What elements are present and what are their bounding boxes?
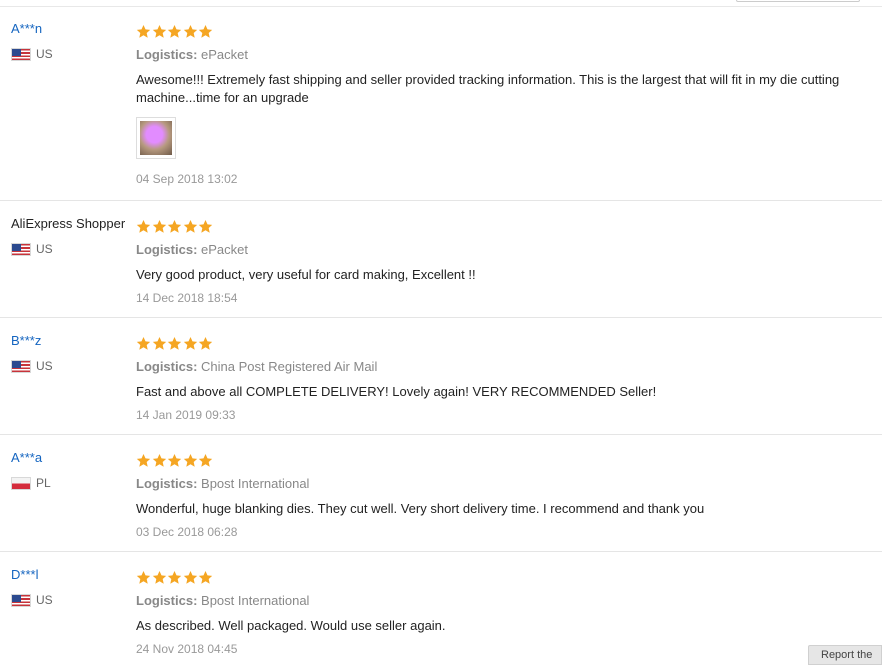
review-user: D***l US <box>11 567 136 607</box>
country-code: US <box>36 359 53 373</box>
review-date: 03 Dec 2018 06:28 <box>136 525 238 539</box>
feedback-text: Very good product, very useful for card … <box>136 267 476 282</box>
username-text: AliExpress Shopper <box>11 216 126 231</box>
us-flag-icon <box>11 47 31 61</box>
review-content: Logistics: ePacket Very good product, ve… <box>136 219 876 306</box>
star-icon <box>136 24 151 38</box>
star-icon <box>183 453 197 467</box>
review-date: 04 Sep 2018 13:02 <box>136 172 238 186</box>
star-icon <box>136 570 151 584</box>
star-rating <box>136 336 876 352</box>
star-icon <box>136 336 151 350</box>
star-icon <box>183 219 197 233</box>
logistics-value: Bpost International <box>201 476 310 491</box>
logistics-value: ePacket <box>201 242 249 257</box>
star-icon <box>136 219 151 233</box>
review-content: Logistics: ePacket Awesome!!! Extremely … <box>136 24 876 187</box>
star-icon <box>152 453 166 467</box>
username-link[interactable]: A***a <box>11 450 136 466</box>
star-icon <box>152 570 166 584</box>
review-item: B***z US Logistics: China Post Registere… <box>0 318 882 435</box>
logistics-label: Logistics: <box>136 242 198 257</box>
country: US <box>11 47 136 61</box>
star-icon <box>183 24 197 38</box>
photo-image <box>140 121 172 155</box>
logistics-info: Logistics: ePacket <box>136 242 876 258</box>
username-link[interactable]: D***l <box>11 567 136 583</box>
review-date: 14 Dec 2018 18:54 <box>136 291 238 305</box>
review-user: A***n US <box>11 21 136 61</box>
country-code: US <box>36 242 53 256</box>
country: US <box>11 593 136 607</box>
logistics-info: Logistics: ePacket <box>136 47 876 63</box>
pl-flag-icon <box>11 476 31 490</box>
review-item: A***a PL Logistics: Bpost International … <box>0 435 882 552</box>
logistics-label: Logistics: <box>136 47 198 62</box>
star-icon <box>198 570 213 584</box>
review-item: AliExpress Shopper US Logistics: ePacket… <box>0 201 882 318</box>
star-icon <box>152 219 166 233</box>
country: US <box>11 359 136 373</box>
star-rating <box>136 219 876 235</box>
country: PL <box>11 476 136 490</box>
star-icon <box>198 24 213 38</box>
star-rating <box>136 570 876 586</box>
logistics-value: Bpost International <box>201 593 310 608</box>
feedback-text: Fast and above all COMPLETE DELIVERY! Lo… <box>136 384 657 399</box>
username-link[interactable]: A***n <box>11 21 136 37</box>
star-icon <box>198 336 213 350</box>
logistics-info: Logistics: Bpost International <box>136 476 876 492</box>
review-content: Logistics: Bpost International As descri… <box>136 570 876 657</box>
star-icon <box>167 336 182 350</box>
us-flag-icon <box>11 593 31 607</box>
logistics-label: Logistics: <box>136 359 198 374</box>
star-icon <box>167 453 182 467</box>
star-icon <box>198 219 213 233</box>
star-icon <box>183 336 197 350</box>
star-icon <box>183 570 197 584</box>
review-user: AliExpress Shopper US <box>11 216 136 256</box>
star-icon <box>167 24 182 38</box>
logistics-info: Logistics: Bpost International <box>136 593 876 609</box>
star-rating <box>136 453 876 469</box>
review-item: A***n US Logistics: ePacket Awesome!!! E… <box>0 6 882 201</box>
logistics-info: Logistics: China Post Registered Air Mai… <box>136 359 876 375</box>
us-flag-icon <box>11 242 31 256</box>
country-code: US <box>36 593 53 607</box>
star-icon <box>167 570 182 584</box>
review-date: 24 Nov 2018 04:45 <box>136 642 238 656</box>
feedback-text: Wonderful, huge blanking dies. They cut … <box>136 501 705 516</box>
review-user: B***z US <box>11 333 136 373</box>
us-flag-icon <box>11 359 31 373</box>
star-icon <box>152 336 166 350</box>
feedback-text: Awesome!!! Extremely fast shipping and s… <box>136 72 840 105</box>
review-user: A***a PL <box>11 450 136 490</box>
review-content: Logistics: Bpost International Wonderful… <box>136 453 876 540</box>
logistics-value: China Post Registered Air Mail <box>201 359 378 374</box>
review-item: D***l US Logistics: Bpost International … <box>0 552 882 668</box>
country-code: US <box>36 47 53 61</box>
country: US <box>11 242 136 256</box>
feedback-text: As described. Well packaged. Would use s… <box>136 618 446 633</box>
review-content: Logistics: China Post Registered Air Mai… <box>136 336 876 423</box>
star-icon <box>136 453 151 467</box>
report-button[interactable]: Report the <box>808 645 882 665</box>
country-code: PL <box>36 476 51 490</box>
star-icon <box>167 219 182 233</box>
logistics-label: Logistics: <box>136 593 198 608</box>
logistics-label: Logistics: <box>136 476 198 491</box>
logistics-value: ePacket <box>201 47 249 62</box>
sort-dropdown[interactable] <box>736 0 860 2</box>
star-icon <box>152 24 166 38</box>
star-rating <box>136 24 876 40</box>
review-date: 14 Jan 2019 09:33 <box>136 408 236 422</box>
star-icon <box>198 453 213 467</box>
review-photo-thumbnail[interactable] <box>136 117 176 159</box>
username-link[interactable]: B***z <box>11 333 136 349</box>
